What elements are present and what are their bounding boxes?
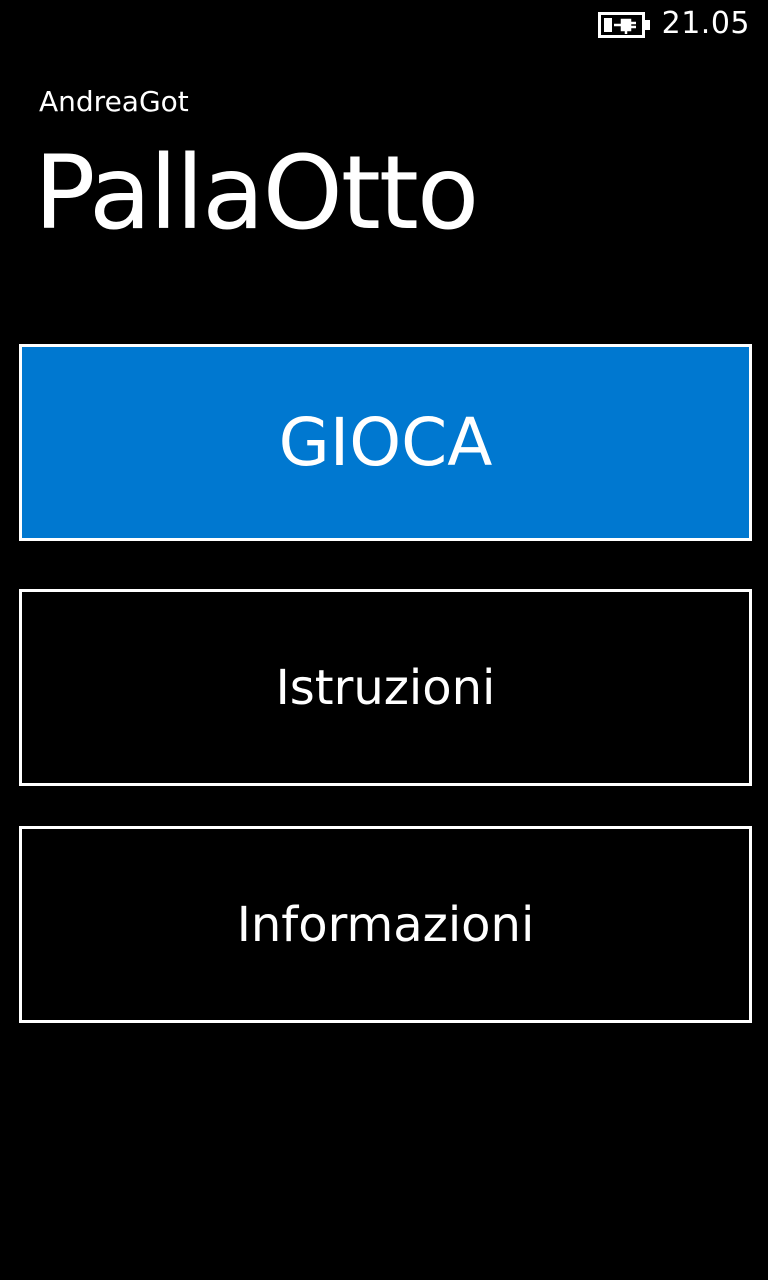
app-owner-name: AndreaGot (39, 84, 189, 120)
instructions-button[interactable]: Istruzioni (19, 589, 752, 786)
status-bar: 21.05 (0, 0, 768, 50)
battery-charging-icon (598, 12, 652, 38)
play-button[interactable]: GIOCA (19, 344, 752, 541)
info-button-label: Informazioni (237, 895, 535, 955)
instructions-button-label: Istruzioni (276, 658, 496, 718)
page-title: PallaOtto (34, 132, 477, 256)
status-time: 21.05 (662, 6, 750, 42)
info-button[interactable]: Informazioni (19, 826, 752, 1023)
play-button-label: GIOCA (279, 403, 493, 483)
